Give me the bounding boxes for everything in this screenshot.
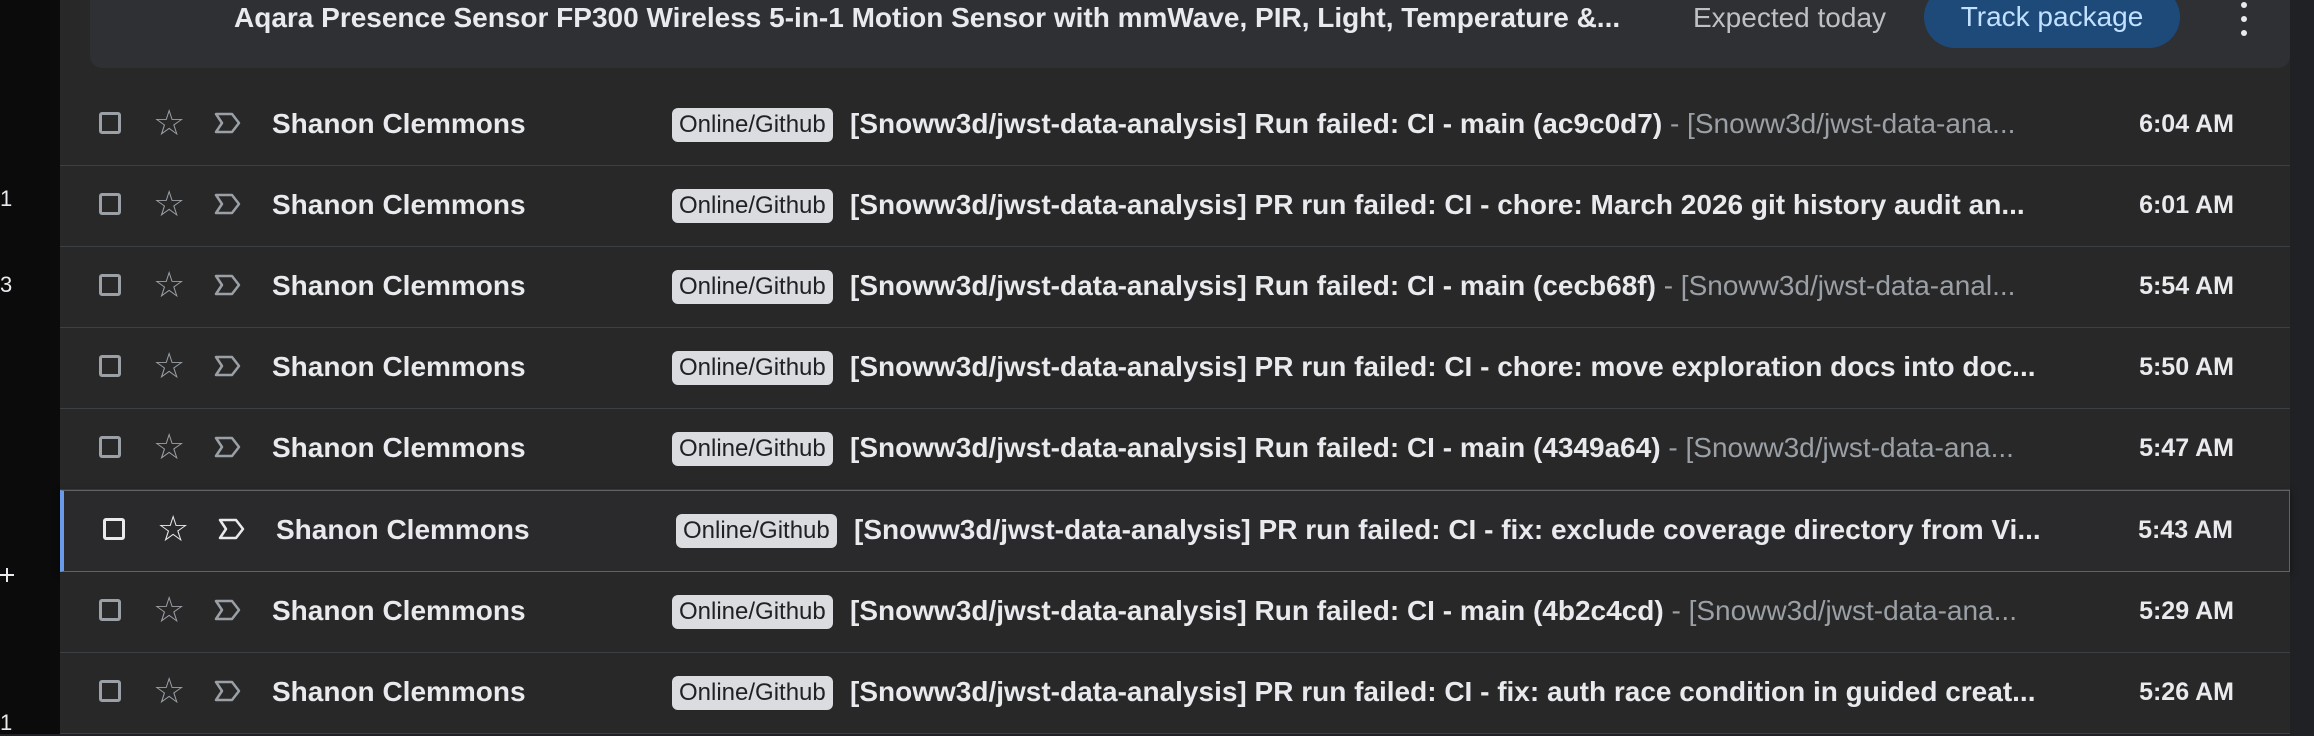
email-time: 6:01 AM (2139, 191, 2234, 219)
email-snippet: - [Snoww3d/jwst-data-ana... (1663, 595, 2017, 626)
checkbox-icon[interactable] (99, 680, 121, 702)
package-title[interactable]: Aqara Presence Sensor FP300 Wireless 5-i… (234, 0, 1620, 44)
delivery-status: Expected today (1693, 2, 1887, 33)
email-subject-line: [Snoww3d/jwst-data-analysis] PR run fail… (850, 653, 2130, 731)
email-snippet: - [Snoww3d/jwst-data-ana... (1660, 432, 2014, 463)
important-marker-icon[interactable] (218, 517, 246, 541)
email-subject-line: [Snoww3d/jwst-data-analysis] Run failed:… (850, 409, 2130, 487)
email-subject: [Snoww3d/jwst-data-analysis] PR run fail… (850, 189, 2025, 220)
email-sender: Shanon Clemmons (272, 432, 526, 463)
email-time: 5:47 AM (2139, 434, 2234, 462)
star-icon[interactable]: ☆ (153, 671, 185, 711)
track-package-button[interactable]: Track package (1924, 0, 2180, 48)
email-label-chip[interactable]: Online/Github (672, 432, 833, 466)
checkbox-icon[interactable] (99, 436, 121, 458)
email-subject: [Snoww3d/jwst-data-analysis] Run failed:… (850, 432, 1661, 463)
email-row[interactable]: ☆ Shanon Clemmons Online/Github [Snoww3d… (60, 653, 2290, 734)
checkbox-icon[interactable] (99, 112, 121, 134)
email-row[interactable]: ☆ Shanon Clemmons Online/Github [Snoww3d… (60, 166, 2290, 247)
plus-icon[interactable] (0, 568, 14, 582)
email-time: 6:04 AM (2139, 110, 2234, 138)
email-sender: Shanon Clemmons (272, 108, 526, 139)
email-subject: [Snoww3d/jwst-data-analysis] Run failed:… (850, 595, 1664, 626)
rail-count: 3 (0, 272, 13, 297)
checkbox-icon[interactable] (99, 193, 121, 215)
important-marker-icon[interactable] (214, 273, 242, 297)
email-list-panel: Aqara Presence Sensor FP300 Wireless 5-i… (60, 0, 2290, 734)
email-subject: [Snoww3d/jwst-data-analysis] Run failed:… (850, 108, 1663, 139)
email-row[interactable]: ☆ Shanon Clemmons Online/Github [Snoww3d… (60, 85, 2290, 166)
checkbox-icon[interactable] (99, 274, 121, 296)
star-icon[interactable]: ☆ (153, 184, 185, 224)
email-row[interactable]: ☆ Shanon Clemmons Online/Github [Snoww3d… (60, 409, 2290, 490)
email-subject-line: [Snoww3d/jwst-data-analysis] PR run fail… (854, 491, 2134, 569)
email-sender: Shanon Clemmons (272, 270, 526, 301)
email-label-chip[interactable]: Online/Github (672, 108, 833, 142)
email-row[interactable]: ☆ Shanon Clemmons Online/Github [Snoww3d… (60, 328, 2290, 409)
email-subject-line: [Snoww3d/jwst-data-analysis] Run failed:… (850, 85, 2130, 163)
email-time: 5:29 AM (2139, 597, 2234, 625)
checkbox-icon[interactable] (103, 518, 125, 540)
email-label-chip[interactable]: Online/Github (672, 595, 833, 629)
email-subject: [Snoww3d/jwst-data-analysis] PR run fail… (850, 676, 2036, 707)
email-time: 5:26 AM (2139, 678, 2234, 706)
email-subject: [Snoww3d/jwst-data-analysis] PR run fail… (854, 514, 2041, 545)
email-row[interactable]: ☆ Shanon Clemmons Online/Github [Snoww3d… (60, 572, 2290, 653)
email-subject-line: [Snoww3d/jwst-data-analysis] Run failed:… (850, 572, 2130, 650)
important-marker-icon[interactable] (214, 598, 242, 622)
email-subject-line: [Snoww3d/jwst-data-analysis] Run failed:… (850, 247, 2130, 325)
star-icon[interactable]: ☆ (153, 265, 185, 305)
rail-count: 1 (0, 186, 13, 211)
checkbox-icon[interactable] (99, 599, 121, 621)
email-time: 5:54 AM (2139, 272, 2234, 300)
important-marker-icon[interactable] (214, 111, 242, 135)
star-icon[interactable]: ☆ (153, 427, 185, 467)
package-tracking-card: Aqara Presence Sensor FP300 Wireless 5-i… (90, 0, 2290, 68)
email-sender: Shanon Clemmons (272, 676, 526, 707)
email-time: 5:50 AM (2139, 353, 2234, 381)
email-label-chip[interactable]: Online/Github (672, 270, 833, 304)
email-label-chip[interactable]: Online/Github (676, 514, 837, 548)
important-marker-icon[interactable] (214, 354, 242, 378)
email-sender: Shanon Clemmons (272, 595, 526, 626)
checkbox-icon[interactable] (99, 355, 121, 377)
email-label-chip[interactable]: Online/Github (672, 676, 833, 710)
star-icon[interactable]: ☆ (153, 103, 185, 143)
email-subject-line: [Snoww3d/jwst-data-analysis] PR run fail… (850, 328, 2130, 406)
important-marker-icon[interactable] (214, 679, 242, 703)
left-rail: 1 3 1 (0, 0, 60, 735)
email-sender: Shanon Clemmons (272, 189, 526, 220)
email-snippet: - [Snoww3d/jwst-data-ana... (1662, 108, 2016, 139)
star-icon[interactable]: ☆ (153, 590, 185, 630)
email-label-chip[interactable]: Online/Github (672, 189, 833, 223)
important-marker-icon[interactable] (214, 192, 242, 216)
email-row[interactable]: ☆ Shanon Clemmons Online/Github [Snoww3d… (60, 490, 2290, 572)
star-icon[interactable]: ☆ (157, 509, 189, 549)
more-vert-icon[interactable] (2232, 2, 2256, 36)
email-time: 5:43 AM (2138, 516, 2233, 544)
email-sender: Shanon Clemmons (276, 514, 530, 545)
email-snippet: - [Snoww3d/jwst-data-anal... (1655, 270, 2016, 301)
star-icon[interactable]: ☆ (153, 346, 185, 386)
email-label-chip[interactable]: Online/Github (672, 351, 833, 385)
rail-count: 1 (0, 710, 13, 735)
email-subject: [Snoww3d/jwst-data-analysis] Run failed:… (850, 270, 1656, 301)
email-list: ☆ Shanon Clemmons Online/Github [Snoww3d… (60, 85, 2290, 734)
email-subject-line: [Snoww3d/jwst-data-analysis] PR run fail… (850, 166, 2130, 244)
important-marker-icon[interactable] (214, 435, 242, 459)
email-row[interactable]: ☆ Shanon Clemmons Online/Github [Snoww3d… (60, 247, 2290, 328)
email-subject: [Snoww3d/jwst-data-analysis] PR run fail… (850, 351, 2036, 382)
email-sender: Shanon Clemmons (272, 351, 526, 382)
